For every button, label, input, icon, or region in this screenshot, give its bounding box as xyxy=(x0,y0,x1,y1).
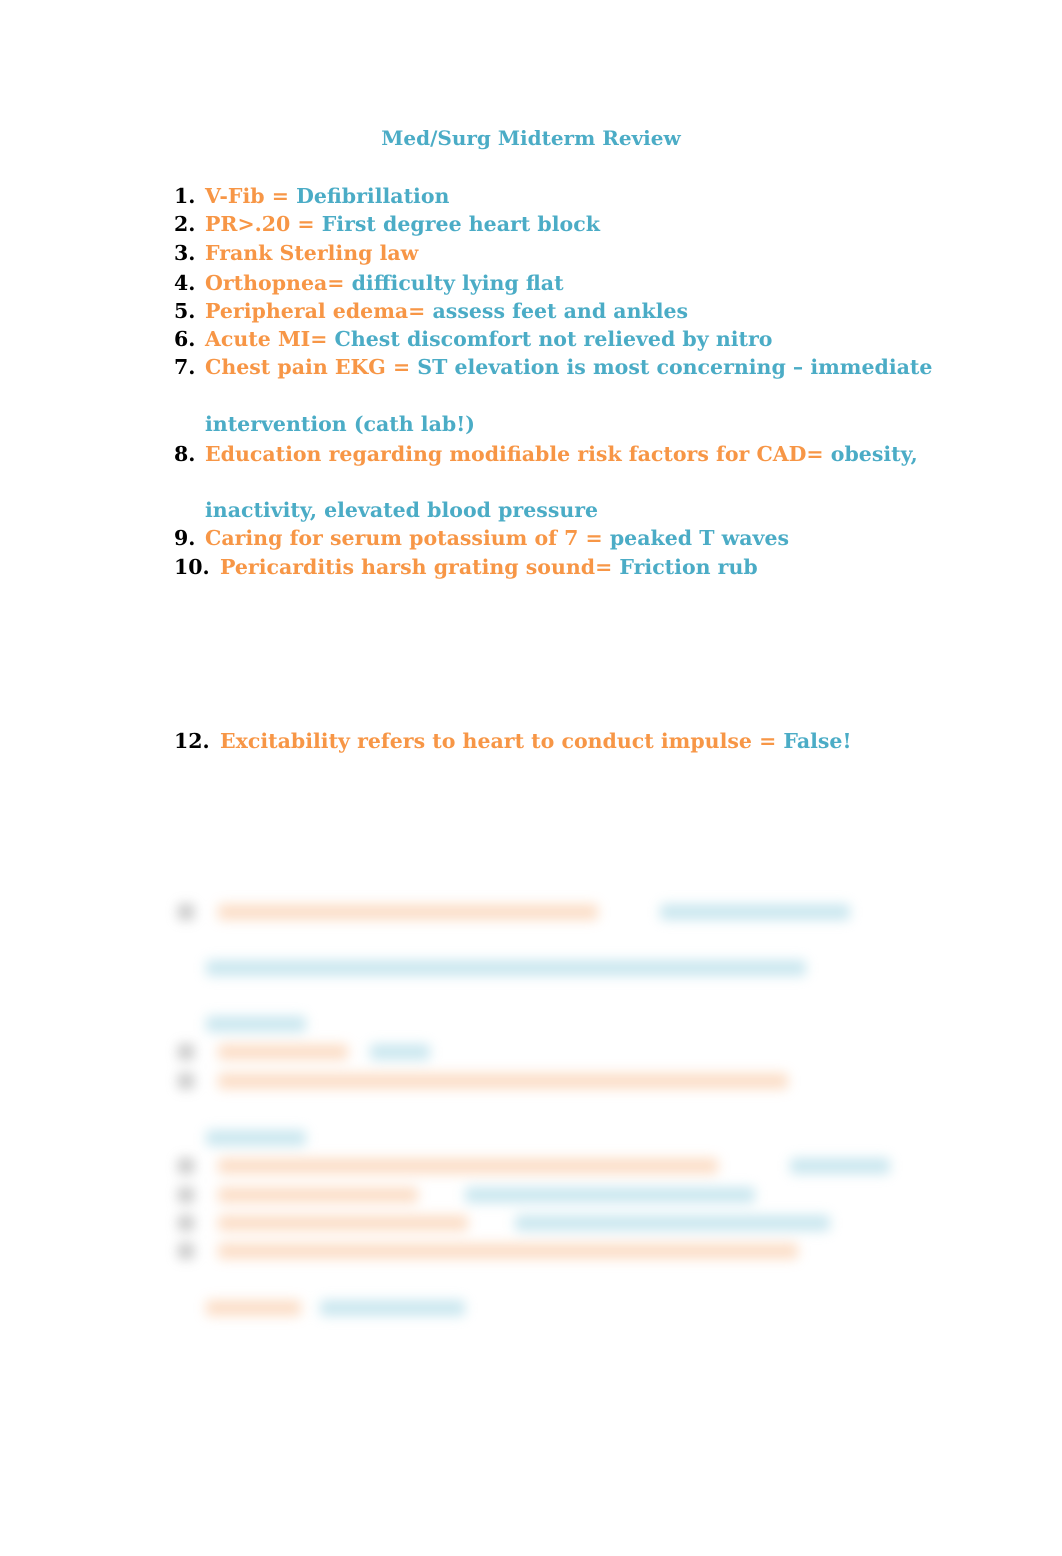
item-answer: False! xyxy=(783,729,852,753)
item-number: 10. xyxy=(174,555,210,579)
item-7-continuation: intervention (cath lab!) xyxy=(205,412,475,436)
blurred-number xyxy=(178,1187,194,1203)
blurred-number xyxy=(178,1044,194,1060)
blurred-answer xyxy=(790,1158,890,1174)
item-number: 6. xyxy=(174,327,196,351)
blurred-answer xyxy=(370,1044,430,1060)
list-item-10: 10. Pericarditis harsh grating sound= Fri… xyxy=(174,553,758,581)
item-answer: First degree heart block xyxy=(321,212,600,236)
item-question: Chest pain EKG = xyxy=(205,355,418,379)
list-item-9: 9. Caring for serum potassium of 7 = peak… xyxy=(174,524,789,552)
item-number: 8. xyxy=(174,442,196,466)
item-question: Acute MI= xyxy=(205,327,335,351)
blurred-answer xyxy=(320,1300,465,1316)
item-number: 12. xyxy=(174,729,210,753)
list-item-3: 3. Frank Sterling law xyxy=(174,239,418,267)
item-number: 9. xyxy=(174,526,196,550)
item-number: 1. xyxy=(174,184,196,208)
list-item-2: 2. PR>.20 = First degree heart block xyxy=(174,210,600,238)
blurred-content-section xyxy=(170,890,900,1330)
list-item-1: 1. V-Fib = Defibrillation xyxy=(174,182,449,210)
blurred-question xyxy=(206,1300,301,1316)
item-question: Education regarding modifiable risk fact… xyxy=(205,442,831,466)
blurred-answer xyxy=(515,1215,830,1231)
blurred-question xyxy=(218,1158,718,1174)
item-answer: difficulty lying flat xyxy=(351,271,564,295)
item-answer: ST elevation is most concerning – immedi… xyxy=(417,355,933,379)
blurred-number xyxy=(178,1215,194,1231)
item-answer: peaked T waves xyxy=(609,526,790,550)
item-8-continuation: inactivity, elevated blood pressure xyxy=(205,498,599,522)
item-question: Pericarditis harsh grating sound= xyxy=(220,555,620,579)
blurred-number xyxy=(178,1158,194,1174)
blurred-answer xyxy=(206,1016,306,1032)
blurred-answer xyxy=(465,1187,755,1203)
item-question: Caring for serum potassium of 7 = xyxy=(205,526,610,550)
blurred-question xyxy=(218,1215,468,1231)
item-answer: Defibrillation xyxy=(296,184,450,208)
item-question: Peripheral edema= xyxy=(205,299,433,323)
item-question: PR>.20 = xyxy=(205,212,322,236)
item-number: 5. xyxy=(174,299,196,323)
blurred-number xyxy=(178,1243,194,1259)
blurred-number xyxy=(178,904,194,920)
item-number: 3. xyxy=(174,241,196,265)
list-item-12: 12. Excitability refers to heart to condu… xyxy=(174,727,851,755)
item-number: 2. xyxy=(174,212,196,236)
item-number: 7. xyxy=(174,355,196,379)
list-item-8: 8. Education regarding modifiable risk fa… xyxy=(174,440,918,468)
blurred-question xyxy=(218,1243,798,1259)
item-answer: obesity, xyxy=(830,442,918,466)
item-answer: assess feet and ankles xyxy=(432,299,689,323)
item-answer: Friction rub xyxy=(619,555,758,579)
blurred-answer xyxy=(660,904,850,920)
blurred-question xyxy=(218,904,598,920)
list-item-6: 6. Acute MI= Chest discomfort not relieve… xyxy=(174,325,772,353)
item-question: Frank Sterling law xyxy=(205,241,419,265)
item-question: Orthopnea= xyxy=(205,271,352,295)
document-title: Med/Surg Midterm Review xyxy=(381,126,681,150)
blurred-answer xyxy=(206,1130,306,1146)
blurred-question xyxy=(218,1187,418,1203)
list-item-4: 4. Orthopnea= difficulty lying flat xyxy=(174,269,564,297)
item-question: Excitability refers to heart to conduct … xyxy=(220,729,784,753)
item-number: 4. xyxy=(174,271,196,295)
item-answer: Chest discomfort not relieved by nitro xyxy=(334,327,773,351)
blurred-number xyxy=(178,1073,194,1089)
item-question: V-Fib = xyxy=(205,184,297,208)
list-item-7: 7. Chest pain EKG = ST elevation is most … xyxy=(174,353,932,381)
blurred-answer xyxy=(206,960,806,976)
list-item-5: 5. Peripheral edema= assess feet and ankl… xyxy=(174,297,688,325)
document-page: Med/Surg Midterm Review 1. V-Fib = Defibr… xyxy=(0,0,1062,1556)
blurred-question xyxy=(218,1073,788,1089)
blurred-question xyxy=(218,1044,348,1060)
